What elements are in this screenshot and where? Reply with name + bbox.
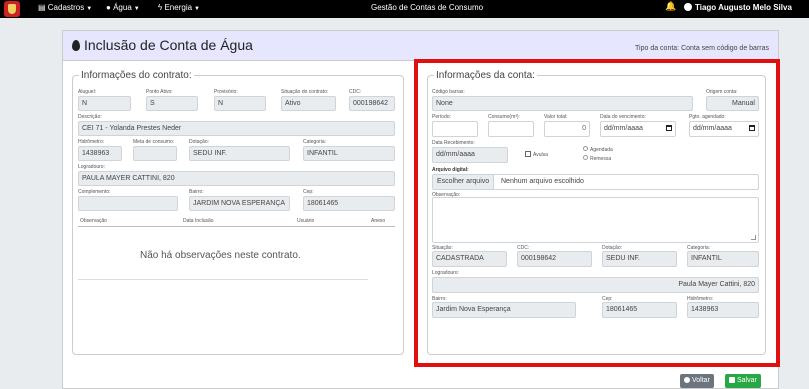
descricao-field[interactable]: CEI 71 - Yolanda Prestes Neder [78,121,395,136]
tipo-conta-text: Tipo da conta: Conta sem código de barra… [635,45,769,52]
brasao-logo[interactable] [4,1,20,17]
chevron-down-icon: ▼ [86,6,93,12]
salvar-button[interactable]: Salvar [725,374,761,388]
menu-energia-label: Energia [164,3,193,12]
categoria-field[interactable]: INFANTIL [303,146,395,161]
complemento-field[interactable] [78,196,178,211]
menu-cadastros-label: Cadastros [47,3,85,12]
situacao-contrato-label: Situação do contrato: [281,89,329,95]
arrow-left-icon [684,377,690,383]
menu-agua-label: Água [113,3,132,12]
obs-col-anexo: Anexo [371,218,386,224]
top-navbar: ▤ Cadastros ▼ ● Água ▼ ϟ Energia ▼ Gestão d… [0,0,809,18]
ponto-ativo-label: Ponto Ativo: [146,89,173,95]
cep-label: Cep: [303,189,314,195]
chevron-down-icon: ▼ [133,6,140,12]
cdc-label: CDC: [349,89,362,95]
user-menu[interactable]: Tiago Augusto Melo Silva [684,3,792,12]
logradouro-label: Logradouro: [78,164,105,170]
app-title: Gestão de Contas de Consumo [371,3,484,12]
bell-icon[interactable]: 🔔 [665,1,676,12]
water-drop-icon: ● [106,3,111,12]
cdc-field[interactable]: 000198642 [349,96,395,111]
bolt-icon: ϟ [158,3,163,12]
bairro-label: Bairro: [189,189,204,195]
contrato-fieldset: Informações do contrato: [72,70,404,355]
user-name: Tiago Augusto Melo Silva [695,3,792,12]
obs-col-data: Data Inclusão [183,218,214,224]
obs-col-observacao: Observação [80,218,107,224]
menu-energia[interactable]: ϟ Energia ▼ [158,3,200,12]
provisorio-field[interactable]: N [214,96,266,111]
dotacao-field[interactable]: SEDU INF. [189,146,290,161]
voltar-label: Voltar [692,377,710,384]
save-icon [729,377,735,383]
salvar-label: Salvar [737,377,757,384]
meta-consumo-field[interactable] [133,146,177,161]
meta-consumo-label: Meta de consumo: [133,139,175,145]
obs-col-usuario: Usuário [297,218,315,224]
aluguel-field[interactable]: N [78,96,131,111]
aluguel-label: Aluguel: [78,89,97,95]
highlight-frame [414,59,780,367]
menu-agua[interactable]: ● Água ▼ [106,3,140,12]
chevron-down-icon: ▼ [194,6,200,12]
logradouro-field[interactable]: PAULA MAYER CATTINI, 820 [78,171,395,186]
divider [78,279,368,280]
complemento-label: Complemento: [78,189,111,195]
user-icon [684,3,692,11]
panel-header: Inclusão de Conta de Água Tipo da conta:… [63,31,778,61]
cep-field[interactable]: 18061465 [303,196,395,211]
descricao-label: Descrição: [78,114,102,120]
water-drop-icon [72,40,80,51]
provisorio-label: Provisório: [214,89,238,95]
situacao-contrato-field[interactable]: Ativo [281,96,336,111]
bairro-field[interactable]: JARDIM NOVA ESPERANÇA [189,196,290,211]
hidrometro-label: Hidrômetro: [78,139,105,145]
divider [78,226,395,227]
voltar-button[interactable]: Voltar [680,374,714,388]
empty-observacoes-message: Não há observações neste contrato. [140,250,301,261]
contrato-legend: Informações do contrato: [81,70,192,81]
menu-cadastros[interactable]: ▤ Cadastros ▼ [38,3,92,12]
dotacao-label: Dotação: [189,139,210,145]
ponto-ativo-field[interactable]: S [146,96,198,111]
page-title: Inclusão de Conta de Água [84,37,253,53]
hidrometro-field[interactable]: 1438963 [78,146,122,161]
categoria-label: Categoria: [303,139,327,145]
